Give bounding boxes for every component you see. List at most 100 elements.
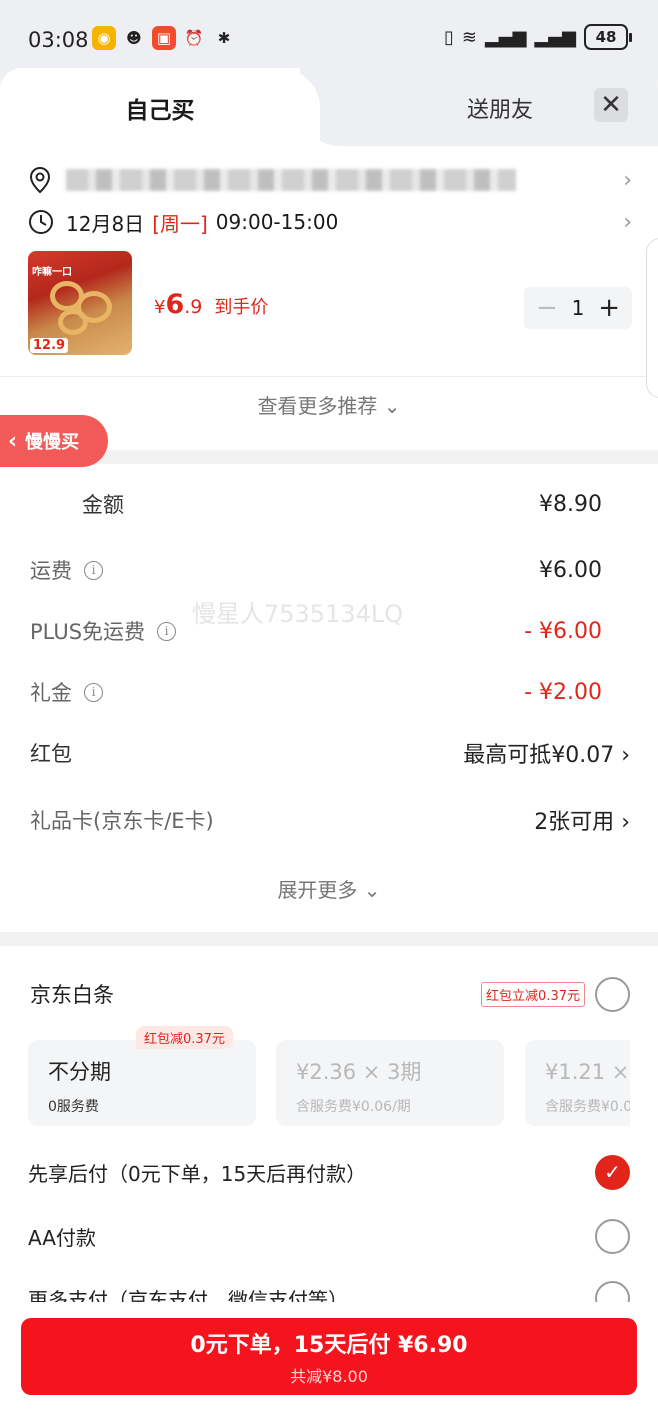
submit-order-button[interactable]: 0元下单，15天后付 ¥6.90 共减¥8.00 — [21, 1318, 637, 1395]
plan-title: ¥1.21 × 6期 — [545, 1060, 630, 1084]
amount-row-gift-cash: 礼金 i - ¥2.00 — [30, 674, 630, 710]
baitiao-radio[interactable] — [595, 976, 630, 1012]
info-icon[interactable]: i — [84, 560, 103, 580]
baitiao-title: 京东白条 — [30, 983, 114, 1007]
delivery-weekday: [周一] — [152, 211, 208, 236]
product-thumbnail[interactable]: 咋嘛一口 12.9 — [28, 251, 132, 355]
address-redacted — [66, 169, 516, 191]
plan-title: 不分期 — [48, 1060, 111, 1084]
amount-row-total: 金额 ¥8.90 — [30, 486, 630, 522]
price-int: 6 — [165, 289, 185, 320]
product-row: 咋嘛一口 12.9 ¥ 6 .9 到手价 − 1 + — [28, 251, 632, 357]
chevron-right-icon: › — [623, 209, 632, 235]
baitiao-coupon-tag: 红包立减0.37元 — [481, 981, 585, 1007]
plan-no-installment[interactable]: 不分期 0服务费 — [28, 1040, 256, 1126]
giftcard-value: 2张可用 — [534, 810, 615, 835]
tab-self-buy[interactable]: 自己买 — [0, 68, 320, 148]
plan-3-installments[interactable]: ¥2.36 × 3期 含服务费¥0.06/期 — [276, 1040, 504, 1126]
tab-bar: 自己买 送朋友 ✕ — [0, 68, 658, 148]
shipping-label: 运费 — [30, 559, 72, 583]
more-recommend-label: 查看更多推荐 — [257, 394, 378, 418]
amount-value: ¥8.90 — [539, 491, 602, 517]
info-icon[interactable]: i — [157, 621, 177, 641]
price-label: 到手价 — [214, 297, 269, 318]
amount-row-giftcard[interactable]: 礼品卡(京东卡/E卡) 2张可用 › — [30, 802, 630, 838]
amount-label: PLUS免运费 i — [30, 616, 177, 646]
signal-icon: ▂▄▆ — [484, 26, 527, 48]
pay-option-label: 先享后付（0元下单，15天后再付款） — [28, 1161, 367, 1186]
radio[interactable] — [595, 1218, 630, 1254]
bottom-bar: 0元下单，15天后付 ¥6.90 共减¥8.00 — [0, 1302, 658, 1416]
gift-cash-label: 礼金 — [30, 681, 72, 705]
side-panel-peek[interactable] — [646, 238, 658, 398]
amount-value: - ¥2.00 — [524, 679, 602, 705]
delivery-window: 09:00-15:00 — [215, 210, 339, 234]
vibrate-icon: ▯ — [443, 26, 454, 48]
amount-label: 红包 — [30, 742, 72, 766]
section-gap — [0, 932, 658, 946]
amount-label: 礼品卡(京东卡/E卡) — [30, 809, 214, 833]
plan-badge: 红包减0.37元 — [136, 1026, 233, 1049]
pay-option-later[interactable]: 先享后付（0元下单，15天后再付款） ✓ — [28, 1152, 630, 1192]
pay-option-aa[interactable]: AA付款 — [28, 1216, 630, 1256]
plan-sub: 含服务费¥0.06/期 — [296, 1099, 411, 1115]
close-icon: ✕ — [600, 90, 622, 120]
status-time: 03:08 — [28, 28, 89, 52]
slow-buy-label: 慢慢买 — [25, 432, 80, 453]
address-row[interactable]: › — [28, 162, 632, 198]
watermark: 慢星人7535134LQ — [192, 600, 404, 628]
amount-value: 2张可用 › — [534, 804, 630, 836]
amount-row-redpacket[interactable]: 红包 最高可抵¥0.07 › — [30, 735, 630, 771]
amount-row-shipping: 运费 i ¥6.00 — [30, 552, 630, 588]
price-currency: ¥ — [154, 297, 166, 318]
amount-label: 运费 i — [30, 555, 103, 585]
chevron-right-icon: › — [621, 810, 630, 835]
divider — [0, 376, 658, 377]
pay-option-label: AA付款 — [28, 1225, 96, 1250]
delivery-date: 12月8日 — [66, 211, 145, 236]
signal-icon: ▂▄▆ — [534, 26, 576, 48]
thumb-price: 12.9 — [30, 338, 69, 353]
weibo-icon: ◉ — [92, 26, 116, 50]
amount-value: 最高可抵¥0.07 › — [463, 737, 630, 769]
plan-sub: 0服务费 — [48, 1099, 99, 1115]
baitiao-row[interactable]: 京东白条 红包立减0.37元 — [30, 974, 630, 1014]
check-icon: ✓ — [604, 1160, 621, 1184]
amount-label: 金额 — [82, 493, 124, 517]
plus-label: PLUS免运费 — [30, 620, 146, 644]
qq-icon: ☻ — [126, 29, 142, 47]
chevron-down-icon: ⌄ — [383, 394, 401, 418]
radio-checked[interactable]: ✓ — [595, 1154, 630, 1190]
chevron-left-icon: ‹ — [8, 428, 18, 454]
tab-gift-friend[interactable]: 送朋友 — [420, 68, 580, 148]
final-price: ¥ 6 .9 到手价 — [154, 289, 268, 320]
submit-main-label: 0元下单，15天后付 ¥6.90 — [190, 1332, 468, 1358]
chevron-right-icon: › — [621, 743, 630, 768]
battery-indicator: 48 — [584, 24, 632, 50]
plus-button[interactable]: + — [598, 293, 620, 323]
close-button[interactable]: ✕ — [594, 88, 628, 122]
amount-value: - ¥6.00 — [524, 618, 602, 644]
amount-value: ¥6.00 — [539, 557, 602, 583]
amount-label: 礼金 i — [30, 677, 103, 707]
installment-plans: 不分期 0服务费 ¥2.36 × 3期 含服务费¥0.06/期 ¥1.21 × … — [28, 1040, 630, 1128]
chevron-down-icon: ⌄ — [363, 878, 381, 902]
checkout-sheet: 自己买 送朋友 ✕ › 12月8日 [周一] 09:00-15:00 › 咋嘛一… — [0, 68, 658, 1416]
info-icon[interactable]: i — [84, 682, 103, 702]
thumb-text: 咋嘛一口 — [32, 267, 72, 278]
quantity-value: 1 — [571, 296, 585, 320]
expand-more-label: 展开更多 — [277, 878, 358, 902]
delivery-time-row[interactable]: 12月8日 [周一] 09:00-15:00 › — [28, 204, 632, 240]
submit-sub-label: 共减¥8.00 — [290, 1366, 368, 1386]
slow-buy-tag[interactable]: ‹ 慢慢买 — [0, 415, 108, 467]
expand-more-link[interactable]: 展开更多 ⌄ — [0, 874, 658, 903]
status-app-icons: ◉ ☻ ▣ ⏰ ✱ — [92, 26, 236, 50]
plan-title: ¥2.36 × 3期 — [296, 1060, 422, 1084]
more-recommend-link[interactable]: 查看更多推荐 ⌄ — [0, 390, 658, 419]
alarm-icon: ⏰ — [184, 29, 204, 47]
plan-6-installments[interactable]: ¥1.21 × 6期 含服务费¥0.03/期 — [525, 1040, 630, 1126]
chevron-right-icon: › — [623, 167, 632, 193]
redpacket-value: 最高可抵¥0.07 — [463, 743, 615, 768]
thumb-ring — [58, 309, 88, 335]
minus-button[interactable]: − — [536, 293, 558, 323]
